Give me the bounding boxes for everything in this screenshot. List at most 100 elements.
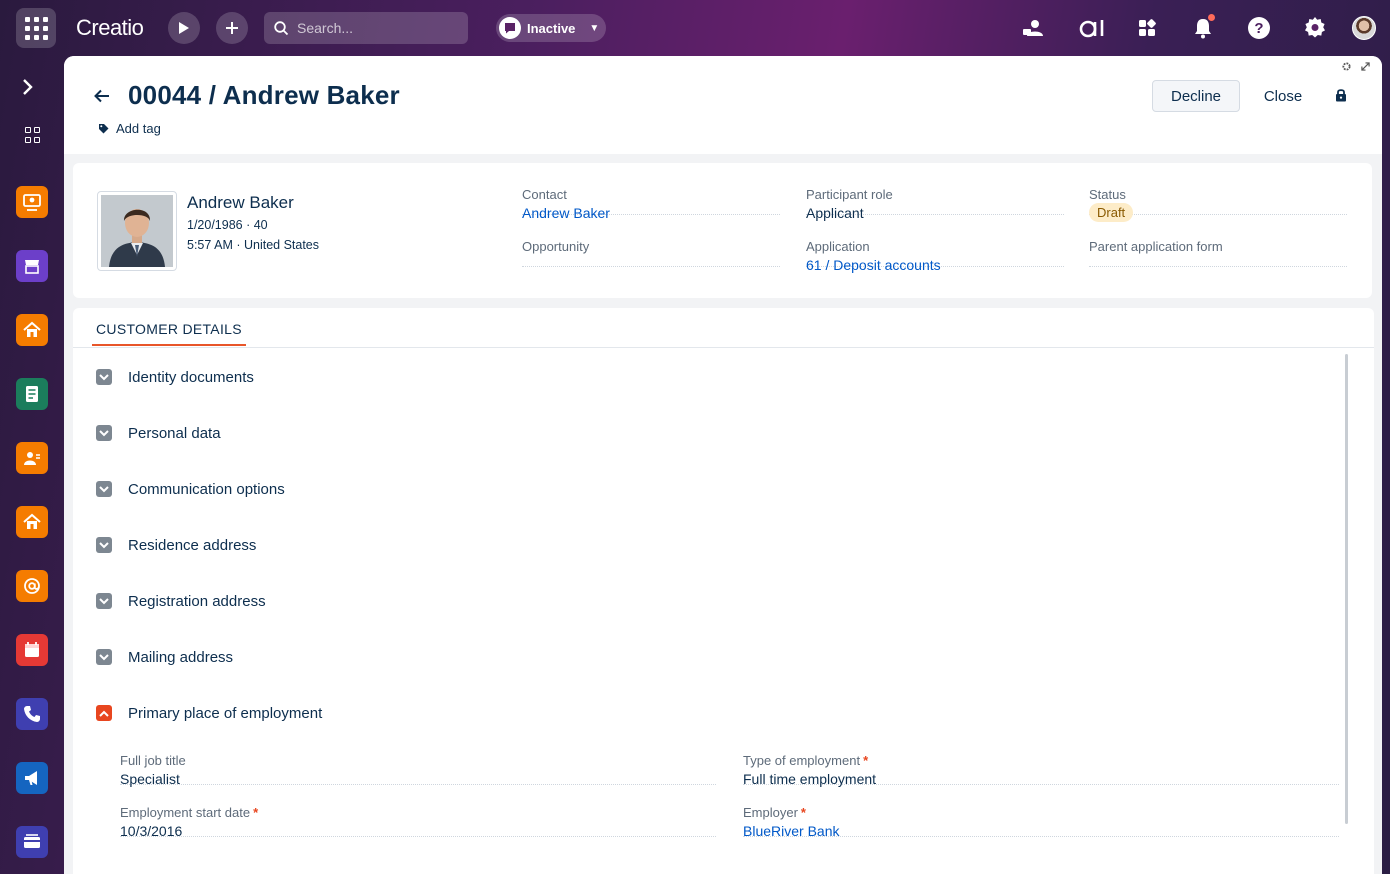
type-of-employment-label-wrap: Type of employment * (743, 753, 868, 768)
person-photo-image (101, 195, 173, 267)
sidebar-app-payments[interactable] (16, 826, 48, 858)
create-new-button[interactable] (216, 12, 248, 44)
contact-field[interactable]: Contact Andrew Baker (522, 163, 780, 221)
lock-icon[interactable] (1335, 88, 1347, 107)
parent-application-form-field[interactable]: Parent application form (1089, 215, 1347, 267)
contact-label: Contact (522, 187, 567, 202)
chevron-down-icon: ▼ (589, 22, 600, 34)
chevron-down-icon (96, 593, 112, 609)
contact-card-icon (24, 452, 40, 465)
status-field[interactable]: Status Draft (1089, 163, 1347, 222)
opportunity-field[interactable]: Opportunity (522, 215, 780, 267)
workplace-grid-icon[interactable] (25, 127, 41, 143)
help-icon[interactable]: ? (1245, 14, 1273, 42)
phone-icon (24, 706, 40, 722)
section-registration-address[interactable]: Registration address (96, 589, 266, 613)
notifications-bell-icon[interactable] (1189, 14, 1217, 42)
sidebar-app-contacts[interactable] (16, 442, 48, 474)
type-of-employment-field[interactable]: Type of employment * Full time employment (743, 733, 1339, 787)
section-communication-options[interactable]: Communication options (96, 477, 285, 501)
section-primary-place-of-employment[interactable]: Primary place of employment (96, 701, 322, 725)
expand-sidebar-chevron-icon[interactable] (22, 78, 34, 102)
add-tag-label: Add tag (116, 121, 161, 136)
home-icon (23, 513, 41, 529)
panel-tools (1342, 62, 1370, 71)
required-marker: * (863, 753, 869, 768)
status-label: Inactive (527, 20, 576, 36)
app-launcher-button[interactable] (16, 8, 56, 48)
sidebar-app-products[interactable] (16, 250, 48, 282)
close-button[interactable]: Close (1254, 80, 1312, 112)
at-sign-icon (24, 578, 40, 594)
full-job-title-field[interactable]: Full job title Specialist (120, 733, 716, 787)
form-icon (26, 386, 38, 402)
employer-link[interactable]: BlueRiver Bank (743, 823, 840, 839)
creatio-logo[interactable]: Creatio (76, 15, 144, 41)
communication-status-dropdown[interactable]: Inactive ▼ (496, 14, 606, 42)
section-mailing-address[interactable]: Mailing address (96, 645, 233, 669)
top-bar: Creatio Search... Inactive ▼ ? (0, 0, 1390, 56)
search-placeholder: Search... (297, 20, 354, 36)
section-title: Identity documents (128, 368, 254, 386)
application-label: Application (806, 239, 870, 254)
sidebar-app-accounts[interactable] (16, 506, 48, 538)
panel-settings-gear-icon[interactable] (1342, 62, 1351, 71)
profile-card: Andrew Baker 1/20/1986 · 40 5:57 AM · Un… (73, 163, 1372, 298)
employment-start-date-field[interactable]: Employment start date * 10/3/2016 (120, 785, 716, 839)
section-residence-address[interactable]: Residence address (96, 533, 256, 557)
section-title: Registration address (128, 592, 266, 610)
play-icon (179, 22, 189, 34)
home-icon (23, 321, 41, 337)
search-icon (274, 20, 289, 35)
employer-field[interactable]: Employer * BlueRiver Bank (743, 785, 1339, 839)
section-title: Communication options (128, 480, 285, 498)
chevron-down-icon (96, 369, 112, 385)
section-title: Primary place of employment (128, 704, 323, 722)
vertical-scrollbar[interactable] (1345, 354, 1348, 824)
calendar-icon (25, 642, 39, 657)
birth-date-age: 1/20/1986 · 40 (187, 218, 268, 232)
add-tag-button[interactable]: Add tag (98, 121, 161, 136)
decline-button[interactable]: Decline (1152, 80, 1240, 112)
megaphone-icon (25, 771, 37, 785)
run-process-button[interactable] (168, 12, 200, 44)
customer-details-panel: CUSTOMER DETAILS Identity documents Pers… (73, 308, 1374, 874)
employer-label: Employer (743, 805, 798, 820)
chevron-down-icon (96, 537, 112, 553)
chevron-down-icon (96, 481, 112, 497)
page-title: 00044 / Andrew Baker (128, 80, 400, 110)
active-tab-indicator (92, 344, 246, 346)
back-arrow-icon[interactable] (94, 86, 110, 109)
sidebar-app-contact-center[interactable] (16, 186, 48, 218)
ai-assistant-icon[interactable] (1076, 14, 1108, 42)
sidebar-app-marketing[interactable] (16, 762, 48, 794)
tab-customer-details[interactable]: CUSTOMER DETAILS (96, 321, 242, 337)
section-title: Mailing address (128, 648, 234, 666)
sidebar-app-calls[interactable] (16, 698, 48, 730)
section-personal-data[interactable]: Personal data (96, 421, 221, 445)
sidebar-app-calendar[interactable] (16, 634, 48, 666)
svg-text:?: ? (1254, 20, 1263, 37)
status-label: Status (1089, 187, 1126, 202)
contact-photo[interactable] (97, 191, 177, 271)
settings-gear-icon[interactable] (1301, 14, 1329, 42)
record-header: 00044 / Andrew Baker Add tag Decline Clo… (64, 56, 1382, 154)
user-avatar[interactable] (1352, 16, 1376, 40)
chevron-down-icon (96, 425, 112, 441)
credit-card-icon (24, 834, 40, 848)
expand-panel-icon[interactable] (1361, 62, 1370, 71)
agent-desktop-icon[interactable] (1019, 14, 1047, 42)
full-job-title-label: Full job title (120, 753, 186, 768)
apps-grid-icon[interactable] (1133, 14, 1161, 42)
sidebar-app-forms[interactable] (16, 378, 48, 410)
sidebar-app-email[interactable] (16, 570, 48, 602)
sidebar-app-home[interactable] (16, 314, 48, 346)
chevron-down-icon (96, 649, 112, 665)
participant-role-field[interactable]: Participant role Applicant (806, 163, 1064, 221)
section-identity-documents[interactable]: Identity documents (96, 365, 254, 389)
global-search-input[interactable]: Search... (264, 12, 468, 44)
application-link[interactable]: 61 / Deposit accounts (806, 257, 941, 273)
record-page: 00044 / Andrew Baker Add tag Decline Clo… (64, 56, 1382, 874)
employer-label-wrap: Employer * (743, 805, 806, 820)
application-field[interactable]: Application 61 / Deposit accounts (806, 215, 1064, 273)
